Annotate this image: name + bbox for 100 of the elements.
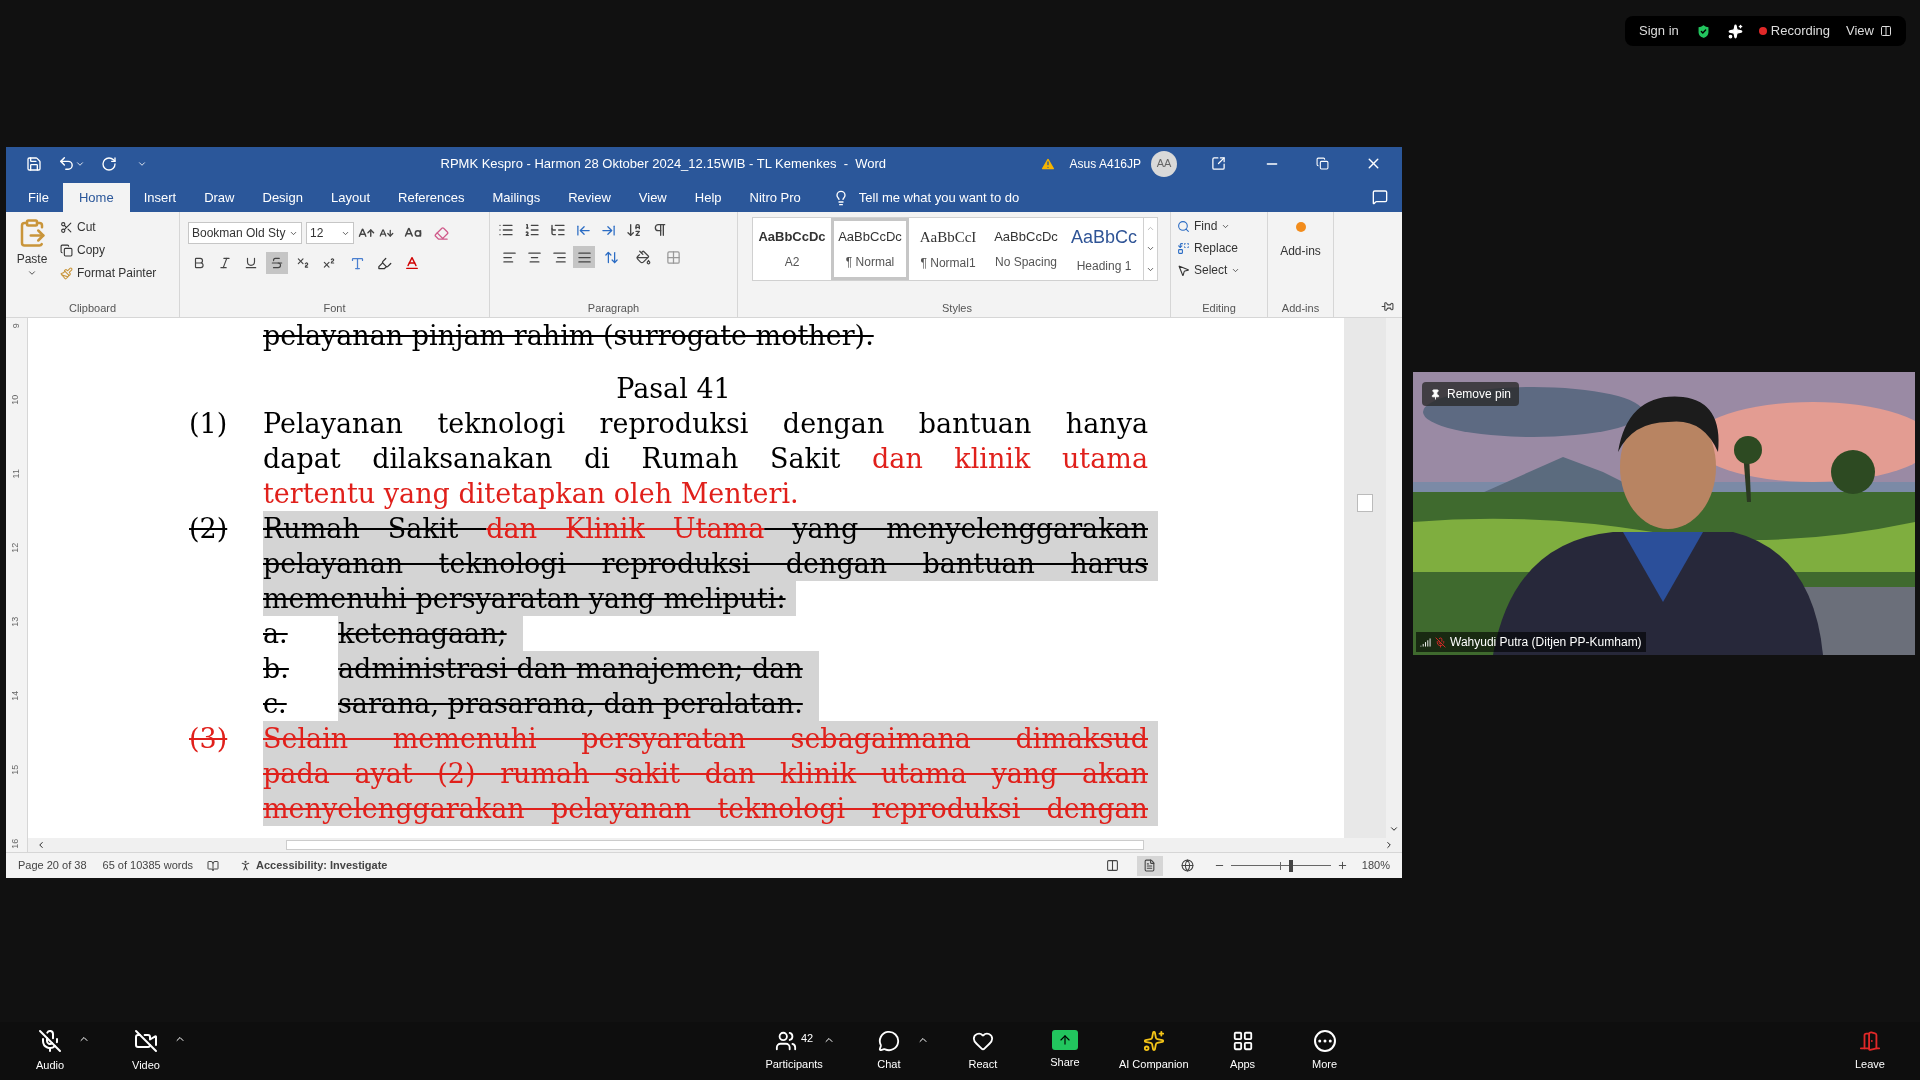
account-name[interactable]: Asus A416JP xyxy=(1069,154,1141,173)
style-item[interactable]: AaBbCcDc No Spacing xyxy=(987,218,1065,280)
participants-button[interactable]: 42 Participants xyxy=(765,1029,823,1073)
group-label: Paragraph xyxy=(587,300,640,316)
more-button[interactable]: More xyxy=(1296,1029,1353,1073)
select-button[interactable]: Select xyxy=(1177,261,1261,279)
pilcrow-icon[interactable] xyxy=(652,222,668,238)
align-justify-button[interactable] xyxy=(573,246,595,268)
document-text: Selain memenuhi persyaratan sebagaimana dimaksud xyxy=(263,721,1158,756)
replace-icon xyxy=(1177,241,1190,255)
ribbon-tab[interactable]: File xyxy=(14,183,63,212)
zoom-percent[interactable]: 180% xyxy=(1361,857,1390,874)
caret-icon xyxy=(27,268,37,278)
ribbon-tab[interactable]: Layout xyxy=(316,183,384,212)
borders-icon[interactable] xyxy=(666,249,681,265)
font-color-icon[interactable] xyxy=(404,255,420,271)
warning-icon[interactable] xyxy=(1039,155,1056,172)
save-icon[interactable] xyxy=(26,155,42,172)
web-layout-icon[interactable] xyxy=(1180,859,1194,872)
font-name-field[interactable]: Bookman Old Sty xyxy=(188,222,302,244)
find-button[interactable]: Find xyxy=(1177,217,1261,235)
pin-icon[interactable] xyxy=(1381,300,1394,313)
superscript-icon xyxy=(322,256,336,270)
audio-button[interactable]: Audio xyxy=(22,1028,78,1074)
page-count[interactable]: Page 20 of 38 xyxy=(18,857,87,874)
react-button[interactable]: React xyxy=(954,1029,1011,1073)
document-text: administrasi dan manajemen; dan xyxy=(338,651,819,686)
ribbon-tab[interactable]: Insert xyxy=(129,183,191,212)
scroll-right-icon[interactable] xyxy=(1384,840,1394,850)
zoom-slider-thumb[interactable] xyxy=(1288,859,1293,872)
accessibility-button[interactable]: Accessibility: Investigate xyxy=(239,857,388,874)
text-effects-icon[interactable] xyxy=(350,255,365,271)
ribbon-tab[interactable]: Review xyxy=(554,183,625,212)
ribbon-tab[interactable]: Draw xyxy=(190,183,249,212)
avatar[interactable]: AA xyxy=(1151,150,1177,177)
print-layout-button[interactable] xyxy=(1136,855,1163,876)
chat-button[interactable]: Chat xyxy=(860,1029,917,1073)
style-item[interactable]: AaBbCcDc ¶ Normal xyxy=(831,218,909,280)
document-text: ketenagaan; xyxy=(338,616,523,651)
undo-icon[interactable] xyxy=(58,155,75,172)
list-letter: b. xyxy=(263,652,290,686)
underline-icon xyxy=(244,256,258,270)
view-button[interactable]: View xyxy=(1846,21,1892,41)
ribbon-tab[interactable]: Home xyxy=(62,183,130,212)
line-spacing-icon[interactable] xyxy=(604,249,619,265)
page-icon xyxy=(1143,859,1157,872)
zoom-in-icon[interactable] xyxy=(1336,860,1348,871)
remove-pin-button[interactable]: Remove pin xyxy=(1422,382,1520,406)
document-text: Pelayanan teknologi reproduksi dengan bantuan hanya xyxy=(263,407,1149,441)
format-painter-button[interactable]: Format Painter xyxy=(60,264,157,282)
numbering-icon[interactable] xyxy=(524,222,540,238)
scroll-down-icon[interactable] xyxy=(1389,824,1399,834)
share-button[interactable]: Share xyxy=(1036,1029,1093,1071)
add-ins-icon xyxy=(1295,222,1306,232)
restore-icon[interactable] xyxy=(1316,157,1329,170)
sparkle-icon[interactable] xyxy=(1727,23,1743,39)
redo-icon[interactable] xyxy=(101,155,117,172)
ribbon-display-icon[interactable] xyxy=(1211,156,1226,171)
paintbrush-icon xyxy=(60,266,73,280)
ribbon-tab[interactable]: Design xyxy=(248,183,317,212)
word-count[interactable]: 65 of 10385 words xyxy=(102,857,194,874)
sign-in-link[interactable]: Sign in xyxy=(1639,21,1679,41)
read-mode-icon[interactable] xyxy=(1105,859,1119,872)
ribbon-tab[interactable]: Nitro Pro xyxy=(735,183,815,212)
ribbon-tab[interactable]: Mailings xyxy=(478,183,555,212)
scroll-left-icon[interactable] xyxy=(36,840,46,850)
style-item[interactable]: AaBbCcI ¶ Normal1 xyxy=(909,218,987,280)
clear-formatting-icon[interactable] xyxy=(434,225,449,241)
ribbon-tab[interactable]: View xyxy=(624,183,681,212)
replace-button[interactable]: Replace xyxy=(1177,239,1261,257)
paste-button[interactable]: Paste xyxy=(12,218,52,299)
leave-icon xyxy=(1859,1029,1881,1052)
ruler-number: 16 xyxy=(9,839,22,849)
more-icon xyxy=(1313,1029,1336,1052)
align-center-icon xyxy=(526,249,542,265)
video-button[interactable]: Video xyxy=(118,1028,174,1074)
copy-button[interactable]: Copy xyxy=(60,241,157,259)
ruler-number: 9 xyxy=(9,323,22,329)
tell-me-field[interactable]: Tell me what you want to do xyxy=(858,187,1020,208)
ribbon-tab[interactable]: References xyxy=(384,183,479,212)
highlighter-icon[interactable] xyxy=(377,255,392,271)
style-item[interactable]: AaBbCc Heading 1 xyxy=(1065,218,1143,280)
proofing-icon[interactable] xyxy=(207,859,220,872)
apps-button[interactable]: Apps xyxy=(1214,1029,1271,1073)
zoom-slider[interactable] xyxy=(1230,858,1331,873)
ribbon-tab[interactable]: Help xyxy=(680,183,736,212)
recording-label[interactable]: Recording xyxy=(1770,21,1831,41)
bullets-icon[interactable] xyxy=(498,222,514,238)
strikethrough-button[interactable] xyxy=(266,252,288,274)
ai-button[interactable]: AI Companion xyxy=(1118,1029,1189,1073)
font-size-field[interactable]: 12 xyxy=(306,222,354,244)
shading-icon[interactable] xyxy=(636,249,651,265)
sort-icon[interactable] xyxy=(626,222,642,238)
multilevel-list-icon[interactable] xyxy=(550,222,566,238)
add-ins-button[interactable]: Add-ins xyxy=(1268,212,1333,299)
comments-icon[interactable] xyxy=(1372,189,1388,205)
leave-button[interactable]: Leave xyxy=(1842,1029,1898,1073)
style-item[interactable]: AaBbCcDc A2 xyxy=(753,218,831,280)
align-left-icon xyxy=(501,249,517,265)
cut-button[interactable]: Cut xyxy=(60,218,157,236)
